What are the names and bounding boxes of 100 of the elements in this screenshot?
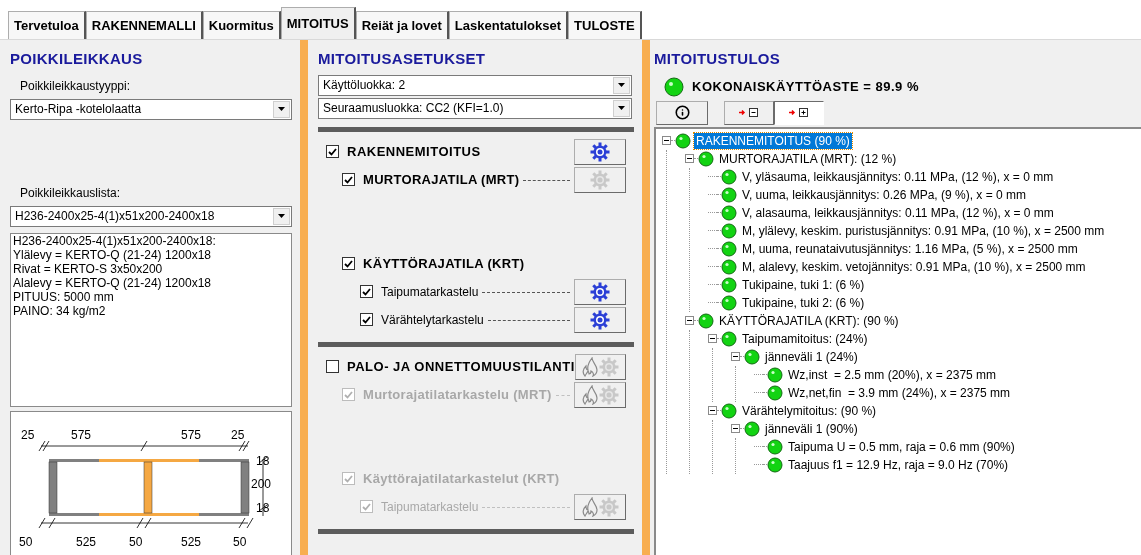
tab[interactable]: Tervetuloa (8, 11, 86, 39)
collapse-toggle[interactable] (731, 352, 740, 361)
minus-icon (710, 336, 715, 341)
tree-item[interactable]: jänneväli 1 (24%) (763, 348, 860, 365)
tab[interactable]: Reiät ja lovet (355, 11, 449, 39)
collapse-toggle[interactable] (685, 316, 694, 325)
field-label: Poikkileikkaustyyppi: (20, 77, 132, 95)
gear-icon (590, 141, 610, 162)
panel-title: POIKKILEIKKAUS (10, 49, 144, 69)
panel-title: MITOITUSASETUKSET (318, 49, 487, 69)
tree-item[interactable]: MURTORAJATILA (MRT): (12 %) (717, 150, 899, 167)
status-dot-icon (767, 384, 783, 401)
settings-button[interactable] (574, 138, 626, 165)
collapse-toggle[interactable] (708, 334, 717, 343)
settings-button[interactable] (574, 166, 626, 193)
tree-item[interactable]: KÄYTTÖRAJATILA (KRT): (90 %) (717, 312, 901, 329)
tab[interactable]: TULOSTE (568, 11, 642, 39)
status-dot-icon (721, 204, 737, 221)
minus-icon (687, 156, 692, 161)
status-dot-icon (767, 366, 783, 383)
tree-item[interactable]: Wz,net,fin = 3.9 mm (24%), x = 2375 mm (786, 384, 1013, 401)
tree-item[interactable]: Taajuus f1 = 12.9 Hz, raja = 9.0 Hz (70%) (786, 456, 1011, 473)
option-label: Värähtelytarkastelu (381, 311, 484, 329)
collapse-icon (739, 108, 759, 117)
tree-item[interactable]: Tukipaine, tuki 1: (6 %) (740, 276, 867, 293)
option-label: Taipumatarkastelu (381, 498, 479, 516)
expand-all-button[interactable] (774, 100, 824, 125)
checkbox[interactable] (326, 145, 339, 158)
total-utilization: KOKONAISKÄYTTÖASTE = 89.9 % (692, 77, 919, 96)
collapse-toggle[interactable] (731, 424, 740, 433)
status-dot-icon (721, 222, 737, 239)
checkbox[interactable] (360, 313, 373, 326)
details-line: PITUUS: 5000 mm (13, 289, 114, 304)
status-dot-icon (721, 168, 737, 185)
tree-item[interactable]: V, alasauma, leikkausjännitys: 0.11 MPa, (12 %), x = 0 mm (740, 204, 1056, 221)
minus-icon (664, 138, 669, 143)
dropdown[interactable]: Kerto-Ripa -kotelolaatta (10, 98, 292, 120)
status-dot-icon (767, 438, 783, 455)
status-dot-icon (698, 150, 714, 167)
details-text-box[interactable]: H236-2400x25-4(1)x51x200-2400x18: Ylälevy = KERTO-Q (21-24) 1200x18 Rivat = KERTO-S 3x50x200 Alalevy = KERTO-Q (21-24) 1200x18 PITUUS: 5000 mm PAINO: 34 kg/m2 (10, 232, 292, 407)
settings-button[interactable] (574, 306, 626, 333)
status-dot-icon (721, 258, 737, 275)
tab[interactable]: MITOITUS (280, 7, 356, 39)
tree-item[interactable]: Taipuma U = 0.5 mm, raja = 0.6 mm (90%) (786, 438, 1017, 455)
tree-item[interactable]: Wz,inst = 2.5 mm (20%), x = 2375 mm (786, 366, 999, 383)
tree-item[interactable]: V, yläsauma, leikkausjännitys: 0.11 MPa, (12 %), x = 0 mm (740, 168, 1056, 185)
dropdown[interactable]: Seuraamusluokka: CC2 (KFI=1.0) (318, 97, 632, 119)
minus-icon (710, 408, 715, 413)
collapse-toggle[interactable] (685, 154, 694, 163)
tree-item[interactable]: Tukipaine, tuki 2: (6 %) (740, 294, 867, 311)
tree-item[interactable]: M, ylälevy, keskim. puristusjännitys: 0.91 MPa, (10 %), x = 2500 mm (740, 222, 1107, 239)
checkbox[interactable] (342, 257, 355, 270)
status-dot-icon (767, 456, 783, 473)
minus-icon (733, 426, 738, 431)
status-dot-icon (721, 276, 737, 293)
checkbox[interactable] (360, 285, 373, 298)
tab[interactable]: Kuormitus (202, 11, 281, 39)
status-dot-icon (744, 348, 760, 365)
status-dot-icon (698, 312, 714, 329)
status-dot-icon (664, 76, 684, 97)
tree-item[interactable]: M, alalevy, keskim. vetojännitys: 0.91 MPa, (10 %), x = 2500 mm (740, 258, 1088, 275)
tree-item[interactable]: jänneväli 1 (90%) (763, 420, 860, 437)
gear-icon (598, 496, 619, 517)
option-label: Taipumatarkastelu (381, 283, 479, 301)
tree-item[interactable]: M, uuma, reunataivutusjännitys: 1.16 MPa, (5 %), x = 2500 mm (740, 240, 1080, 257)
tree-item[interactable]: V, uuma, leikkausjännitys: 0.26 MPa, (9 %), x = 0 mm (740, 186, 1028, 203)
details-line: PAINO: 34 kg/m2 (13, 303, 107, 318)
tree-item[interactable]: RAKENNEMITOITUS (90 %) (694, 132, 852, 149)
collapse-toggle[interactable] (708, 406, 717, 415)
tab[interactable]: RAKENNEMALLI (85, 11, 203, 39)
field-label: Poikkileikkauslista: (20, 184, 122, 202)
details-line: Rivat = KERTO-S 3x50x200 (13, 261, 164, 276)
option-label: PALO- JA ONNETTOMUUSTILANTI (347, 357, 575, 376)
flame-icon (581, 496, 598, 517)
status-dot-icon (721, 294, 737, 311)
status-dot-icon (721, 240, 737, 257)
cross-section-drawing: 25 575 575 25 50 525 50 525 50 18 200 18 (11, 421, 291, 551)
dropdown[interactable]: H236-2400x25-4(1)x51x200-2400x18 (10, 205, 292, 227)
collapse-all-button[interactable] (724, 100, 774, 125)
dropdown[interactable]: Käyttöluokka: 2 (318, 74, 632, 96)
status-dot-icon (721, 186, 737, 203)
flame-icon (581, 384, 598, 405)
tab[interactable]: Laskentatulokset (448, 11, 569, 39)
fire-settings-button[interactable] (574, 353, 626, 380)
details-line: Ylälevy = KERTO-Q (21-24) 1200x18 (13, 247, 211, 262)
gear-icon (598, 356, 619, 377)
option-label: KÄYTTÖRAJATILA (KRT) (363, 254, 525, 273)
gear-icon (590, 281, 610, 302)
gear-icon (590, 169, 610, 190)
info-button[interactable] (656, 100, 708, 125)
details-line: H236-2400x25-4(1)x51x200-2400x18: (13, 233, 217, 248)
checkbox[interactable] (342, 173, 355, 186)
tree-item[interactable]: Taipumamitoitus: (24%) (740, 330, 870, 347)
tree-item[interactable]: Värähtelymitoitus: (90 %) (740, 402, 879, 419)
collapse-toggle[interactable] (662, 136, 671, 145)
status-dot-icon (675, 132, 691, 149)
checkbox[interactable] (326, 360, 339, 373)
settings-button[interactable] (574, 278, 626, 305)
minus-icon (733, 354, 738, 359)
panel-title: MITOITUSTULOS (654, 49, 782, 69)
